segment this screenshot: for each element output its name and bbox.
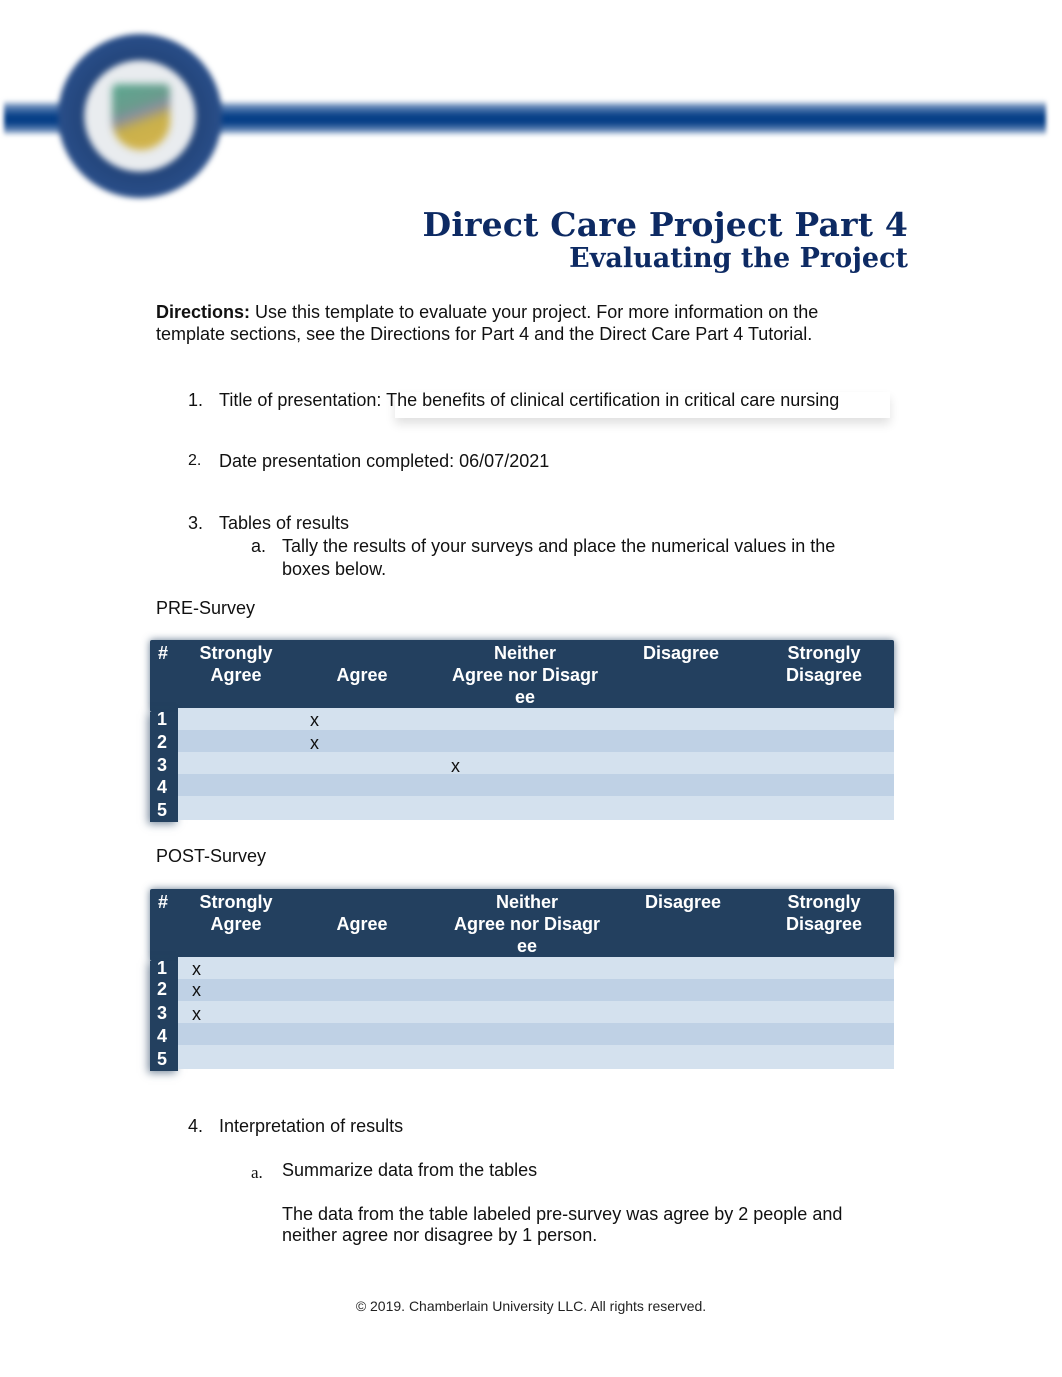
- item-4-number: 4.: [188, 1116, 204, 1136]
- item-3-text: Tables of results: [219, 513, 350, 533]
- row-number: 5: [157, 1049, 168, 1069]
- row-number: 4: [157, 1026, 168, 1046]
- shield-icon: [112, 84, 170, 150]
- header-strongly-agree-line-2: Agree: [210, 914, 262, 934]
- table-row: [178, 1001, 894, 1023]
- table-row: [178, 708, 894, 730]
- item-3-number: 3.: [188, 513, 204, 533]
- table-row: [178, 1045, 894, 1069]
- row-number: 4: [157, 777, 168, 797]
- header-num: #: [158, 643, 169, 663]
- pre-survey-table: # Strongly Agree Agree Neither Agree nor D…: [150, 640, 894, 822]
- item-4a-letter: a.: [251, 1163, 263, 1182]
- header-neither-line-2: Agree nor Disagr: [451, 665, 599, 685]
- item-4a-text: Summarize data from the tables: [282, 1160, 538, 1180]
- table-row: [178, 796, 894, 820]
- item-1-number: 1.: [188, 390, 204, 410]
- header-neither: Neither Agree nor Disagr ee: [442, 891, 612, 957]
- item-1-title-of-presentation: Title of presentation: The benefits of c…: [219, 390, 840, 410]
- header-strongly-agree: Strongly Agree: [186, 642, 286, 686]
- cell-agree-row-2[interactable]: x: [310, 732, 319, 754]
- header-strongly-agree-line-2: Agree: [210, 665, 262, 685]
- directions-text-1: Use this template to evaluate your proje…: [250, 302, 819, 322]
- header-neither-line-3: ee: [516, 936, 538, 956]
- cell-strongly-agree-row-1[interactable]: x: [192, 958, 201, 980]
- header-strongly-disagree: Strongly Disagree: [772, 891, 876, 935]
- header-neither-line-2: Agree nor Disagr: [453, 914, 601, 934]
- table-row: [178, 752, 894, 774]
- directions-line-1: Directions: Use this template to evaluat…: [156, 301, 818, 323]
- pre-survey-label: PRE-Survey: [156, 598, 256, 618]
- header-strongly-agree: Strongly Agree: [186, 891, 286, 935]
- table-row: [178, 730, 894, 752]
- row-number: 2: [157, 979, 168, 999]
- row-number: 3: [157, 755, 168, 775]
- row-number: 2: [157, 732, 168, 752]
- item-2-date-completed: Date presentation completed: 06/07/2021: [219, 451, 550, 471]
- row-number: 1: [157, 709, 168, 729]
- row-number: 1: [157, 958, 168, 978]
- copyright-footer: © 2019. Chamberlain University LLC. All …: [355, 1298, 707, 1314]
- item-2-number: 2.: [188, 452, 202, 469]
- header-strongly-disagree-line-1: Strongly: [787, 643, 861, 663]
- item-3a-letter: a.: [251, 536, 267, 556]
- document-title: Direct Care Project Part 4: [422, 205, 908, 244]
- header-neither-line-1: Neither: [495, 892, 558, 912]
- post-survey-table: # Strongly Agree Agree Neither Agree nor D…: [150, 889, 894, 1071]
- summary-answer-line-1: The data from the table labeled pre-surv…: [282, 1204, 843, 1224]
- header-strongly-disagree-line-2: Disagree: [785, 665, 863, 685]
- header-strongly-disagree-line-1: Strongly: [787, 892, 861, 912]
- header-neither: Neither Agree nor Disagr ee: [440, 642, 610, 708]
- header-neither-line-3: ee: [514, 687, 536, 707]
- header-agree: Agree: [336, 914, 388, 934]
- header-strongly-agree-line-1: Strongly: [199, 892, 273, 912]
- table-row: [178, 979, 894, 1001]
- item-3a-line-2: boxes below.: [282, 559, 387, 579]
- header-strongly-disagree-line-2: Disagree: [785, 914, 863, 934]
- row-number: 3: [157, 1003, 168, 1023]
- directions-line-2: template sections, see the Directions fo…: [156, 324, 813, 344]
- header-disagree: Disagree: [644, 892, 722, 912]
- item-3a-line-1: Tally the results of your surveys and pl…: [282, 536, 836, 556]
- row-number: 5: [157, 800, 168, 820]
- header-strongly-agree-line-1: Strongly: [199, 643, 273, 663]
- post-survey-label: POST-Survey: [156, 846, 267, 866]
- header-strongly-disagree: Strongly Disagree: [772, 642, 876, 686]
- cell-strongly-agree-row-3[interactable]: x: [192, 1003, 201, 1025]
- cell-agree-row-1[interactable]: x: [310, 709, 319, 731]
- cell-neither-row-3[interactable]: x: [451, 755, 460, 777]
- header-disagree: Disagree: [642, 643, 720, 663]
- table-row: [178, 1023, 894, 1045]
- item-4-text: Interpretation of results: [219, 1116, 404, 1136]
- table-row: [178, 774, 894, 796]
- table-row: [178, 957, 894, 979]
- cell-strongly-agree-row-2[interactable]: x: [192, 979, 201, 1001]
- header-agree: Agree: [336, 665, 388, 685]
- summary-answer-line-2: neither agree nor disagree by 1 person.: [282, 1225, 598, 1245]
- header-neither-line-1: Neither: [493, 643, 556, 663]
- directions-label: Directions:: [156, 302, 251, 322]
- document-subtitle: Evaluating the Project: [569, 243, 908, 274]
- header-num: #: [158, 892, 169, 912]
